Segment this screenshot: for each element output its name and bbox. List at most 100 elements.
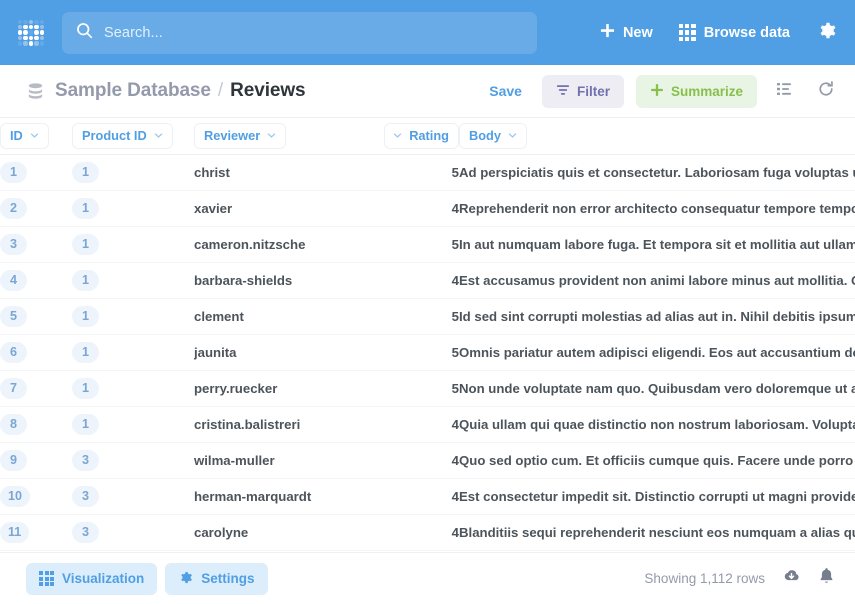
cell-reviewer[interactable]: christ — [194, 154, 384, 191]
cell-reviewer[interactable]: perry.ruecker — [194, 370, 384, 407]
breadcrumb-separator: / — [217, 80, 224, 101]
column-header-reviewer-button[interactable]: Reviewer — [194, 122, 287, 149]
product-id-pill[interactable]: 1 — [72, 161, 99, 183]
cell-reviewer[interactable]: cameron.nitzsche — [194, 226, 384, 263]
column-header-label: Body — [469, 128, 501, 144]
cell-reviewer[interactable]: jaunita — [194, 334, 384, 371]
cell-reviewer[interactable]: carolyne — [194, 514, 384, 551]
cell-body[interactable]: Ad perspiciatis quis et consectetur. Lab… — [459, 154, 855, 191]
refresh-button[interactable] — [811, 76, 841, 106]
table-row[interactable]: 4 1 barbara-shields 4 Est accusamus providen… — [0, 262, 855, 299]
settings-button[interactable] — [816, 20, 837, 46]
cell-reviewer[interactable]: xavier — [194, 190, 384, 227]
chevron-down-icon — [508, 131, 517, 140]
cell-rating[interactable]: 5 — [384, 334, 459, 371]
save-button[interactable]: Save — [481, 83, 530, 99]
cell-body[interactable]: Quo sed optio cum. Et officiis cumque qu… — [459, 442, 855, 479]
cell-reviewer[interactable]: herman-marquardt — [194, 478, 384, 515]
cell-body[interactable]: Est consectetur impedit sit. Distinctio … — [459, 478, 855, 515]
column-header-body-button[interactable]: Body — [459, 122, 527, 149]
cell-rating[interactable]: 5 — [384, 298, 459, 335]
browse-data-button[interactable]: Browse data — [678, 24, 790, 41]
cell-rating[interactable]: 4 — [384, 190, 459, 227]
table-row[interactable]: 9 3 wilma-muller 4 Quo sed optio cum. Et off… — [0, 442, 855, 479]
column-header-id-button[interactable]: ID — [0, 122, 49, 149]
cell-body[interactable]: Non unde voluptate nam quo. Quibusdam ve… — [459, 370, 855, 407]
cell-body[interactable]: Reprehenderit non error architecto conse… — [459, 190, 855, 227]
cell-rating[interactable]: 4 — [384, 262, 459, 299]
product-id-pill[interactable]: 1 — [72, 305, 99, 327]
product-id-pill[interactable]: 1 — [72, 269, 99, 291]
cell-rating[interactable]: 5 — [384, 226, 459, 263]
results-table-container[interactable]: ID Product ID Reviewer Rating Body 1 1 c… — [0, 118, 855, 552]
product-id-pill[interactable]: 3 — [72, 521, 99, 543]
id-pill[interactable]: 4 — [0, 269, 27, 291]
cell-body[interactable]: Quia ullam qui quae distinctio non nostr… — [459, 406, 855, 443]
table-row[interactable]: 1 1 christ 5 Ad perspiciatis quis et consect… — [0, 154, 855, 191]
cell-body[interactable]: Est accusamus provident non animi labore… — [459, 262, 855, 299]
column-header-rating-button[interactable]: Rating — [384, 122, 459, 149]
table-row[interactable]: 8 1 cristina.balistreri 4 Quia ullam qui qua… — [0, 406, 855, 443]
id-pill[interactable]: 8 — [0, 413, 27, 435]
table-row[interactable]: 6 1 jaunita 5 Omnis pariatur autem adipisci … — [0, 334, 855, 371]
search-input[interactable]: Search... — [62, 11, 537, 54]
cell-rating[interactable]: 4 — [384, 406, 459, 443]
id-pill[interactable]: 1 — [0, 161, 27, 183]
id-pill[interactable]: 11 — [0, 521, 30, 543]
id-pill[interactable]: 5 — [0, 305, 27, 327]
cell-reviewer[interactable]: cristina.balistreri — [194, 406, 384, 443]
id-pill[interactable]: 7 — [0, 377, 27, 399]
grid-icon — [678, 24, 696, 41]
table-row[interactable]: 5 1 clement 5 Id sed sint corrupti molestias… — [0, 298, 855, 335]
grid-chart-icon — [39, 571, 54, 586]
search-icon — [76, 22, 93, 44]
product-id-pill[interactable]: 1 — [72, 377, 99, 399]
summarize-button[interactable]: Summarize — [635, 74, 757, 108]
cell-rating[interactable]: 5 — [384, 154, 459, 191]
cell-rating[interactable]: 4 — [384, 514, 459, 551]
table-row[interactable]: 10 3 herman-marquardt 4 Est consectetur impe… — [0, 478, 855, 515]
table-row[interactable]: 7 1 perry.ruecker 5 Non unde voluptate nam q… — [0, 370, 855, 407]
product-id-pill[interactable]: 3 — [72, 485, 99, 507]
cell-id: 4 — [0, 262, 72, 299]
cell-body[interactable]: Omnis pariatur autem adipisci eligendi. … — [459, 334, 855, 371]
alert-button[interactable] — [818, 567, 835, 590]
breadcrumb-database[interactable]: Sample Database — [55, 80, 211, 102]
table-row[interactable]: 3 1 cameron.nitzsche 5 In aut numquam labore… — [0, 226, 855, 263]
visualization-button[interactable]: Visualization — [26, 562, 158, 595]
cell-body[interactable]: Blanditiis sequi reprehenderit nesciunt … — [459, 514, 855, 551]
metabase-logo-button[interactable] — [12, 14, 50, 52]
row-detail-view-button[interactable] — [769, 76, 799, 106]
product-id-pill[interactable]: 1 — [72, 413, 99, 435]
product-id-pill[interactable]: 1 — [72, 197, 99, 219]
gear-icon — [816, 20, 837, 46]
cell-rating[interactable]: 5 — [384, 370, 459, 407]
table-row[interactable]: 11 3 carolyne 4 Blanditiis sequi reprehender… — [0, 514, 855, 551]
id-pill[interactable]: 2 — [0, 197, 27, 219]
id-pill[interactable]: 10 — [0, 485, 31, 507]
id-pill[interactable]: 9 — [0, 449, 27, 471]
question-header: Sample Database / Reviews Save Filter Su — [0, 65, 855, 118]
column-header-product-id-button[interactable]: Product ID — [72, 122, 173, 149]
product-id-pill[interactable]: 1 — [72, 233, 99, 255]
new-button[interactable]: New — [600, 23, 653, 42]
cell-reviewer[interactable]: clement — [194, 298, 384, 335]
product-id-pill[interactable]: 1 — [72, 341, 99, 363]
filter-button[interactable]: Filter — [541, 74, 624, 108]
cell-body[interactable]: Id sed sint corrupti molestias ad alias … — [459, 298, 855, 335]
browse-data-label: Browse data — [703, 24, 790, 41]
cell-product-id: 1 — [72, 190, 194, 227]
cell-rating[interactable]: 4 — [384, 478, 459, 515]
cell-rating[interactable]: 4 — [384, 442, 459, 479]
settings-button-footer[interactable]: Settings — [165, 562, 268, 595]
product-id-pill[interactable]: 3 — [72, 449, 99, 471]
cell-reviewer[interactable]: barbara-shields — [194, 262, 384, 299]
id-pill[interactable]: 3 — [0, 233, 27, 255]
id-pill[interactable]: 6 — [0, 341, 27, 363]
cell-product-id: 1 — [72, 370, 194, 407]
table-row[interactable]: 2 1 xavier 4 Reprehenderit non error archite… — [0, 190, 855, 227]
cell-reviewer[interactable]: wilma-muller — [194, 442, 384, 479]
bell-icon — [818, 567, 835, 590]
download-button[interactable] — [782, 567, 801, 591]
cell-body[interactable]: In aut numquam labore fuga. Et tempora s… — [459, 226, 855, 263]
